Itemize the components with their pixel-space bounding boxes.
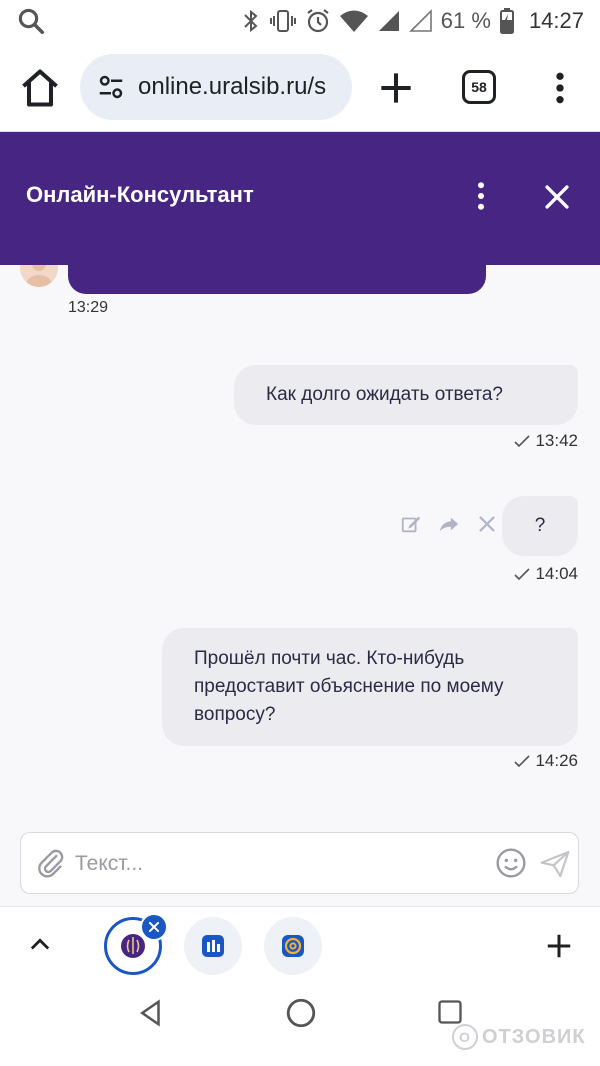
- app-tab-icon: [202, 935, 224, 957]
- tab-strip: [0, 906, 600, 986]
- sent-check-icon: [514, 435, 531, 448]
- recent-apps-icon[interactable]: [436, 998, 464, 1026]
- paperclip-icon[interactable]: [35, 848, 67, 880]
- alarm-icon: [307, 9, 329, 33]
- system-nav-bar: О ОТЗОВИК: [0, 986, 600, 1066]
- battery-percent: 61 %: [440, 8, 491, 33]
- user-message-bubble: Прошёл почти час. Кто-нибудь предоставит…: [162, 628, 578, 746]
- message-list[interactable]: 13:29 Как долго ожидать ответа? 13:42 ? …: [0, 265, 600, 830]
- chat-menu-icon[interactable]: [466, 178, 496, 214]
- vibrate-icon: [269, 10, 296, 32]
- operator-message-bubble: [68, 265, 486, 294]
- search-icon[interactable]: [16, 6, 46, 36]
- battery-charging-icon: [499, 8, 514, 34]
- message-actions: [400, 513, 498, 535]
- send-icon[interactable]: [539, 848, 571, 880]
- signal-empty-icon: [408, 9, 432, 32]
- message-meta: 13:42: [513, 431, 578, 451]
- wifi-icon: [339, 10, 368, 32]
- message-composer: [20, 832, 579, 894]
- message-time: 14:26: [535, 751, 578, 770]
- forward-icon[interactable]: [438, 513, 460, 535]
- mail-at-icon: [282, 935, 304, 957]
- clock: 14:27: [528, 8, 584, 33]
- edit-icon[interactable]: [400, 513, 422, 535]
- emoji-icon[interactable]: [495, 847, 527, 879]
- home-icon[interactable]: [18, 66, 62, 110]
- chevron-up-icon[interactable]: [26, 931, 54, 959]
- message-time: 13:42: [535, 431, 578, 450]
- tab-close-icon[interactable]: [140, 913, 168, 941]
- message-time: 13:29: [68, 299, 109, 316]
- url-text: online.uralsib.ru/s: [138, 73, 327, 100]
- browser-toolbar: online.uralsib.ru/s 58: [0, 42, 600, 132]
- watermark-text: ОТЗОВИК: [482, 1025, 586, 1048]
- new-tab-plus-icon[interactable]: [374, 66, 418, 110]
- message-meta: 14:04: [513, 564, 578, 584]
- address-bar[interactable]: online.uralsib.ru/s: [80, 54, 352, 120]
- sent-check-icon: [514, 755, 531, 768]
- chat-header: Онлайн-Консультант: [0, 132, 600, 265]
- tab-second[interactable]: [184, 917, 242, 975]
- message-input[interactable]: [75, 843, 475, 885]
- operator-avatar: [20, 265, 58, 287]
- message-meta: 14:26: [513, 751, 578, 771]
- user-message-bubble: Как долго ожидать ответа?: [234, 365, 578, 425]
- watermark: О ОТЗОВИК: [452, 1024, 586, 1050]
- close-icon[interactable]: [540, 180, 574, 214]
- message-time: 14:04: [535, 564, 578, 583]
- avatar-silhouette-icon: [26, 265, 52, 287]
- home-circle-icon[interactable]: [284, 996, 318, 1030]
- delete-x-icon[interactable]: [476, 513, 498, 535]
- sent-check-icon: [514, 568, 531, 581]
- signal-icon: [378, 11, 399, 31]
- browser-menu-icon[interactable]: [540, 66, 580, 110]
- user-message-bubble: ?: [502, 496, 578, 556]
- add-tab-icon[interactable]: [544, 931, 574, 961]
- site-settings-icon[interactable]: [96, 72, 126, 102]
- tab-switcher-button[interactable]: 58: [462, 70, 496, 104]
- watermark-badge: О: [452, 1024, 478, 1050]
- bluetooth-icon: [244, 9, 258, 33]
- status-bar: 61 % 14:27: [0, 0, 600, 42]
- tab-mail[interactable]: [264, 917, 322, 975]
- chat-title: Онлайн-Консультант: [26, 182, 254, 207]
- back-icon[interactable]: [136, 998, 166, 1028]
